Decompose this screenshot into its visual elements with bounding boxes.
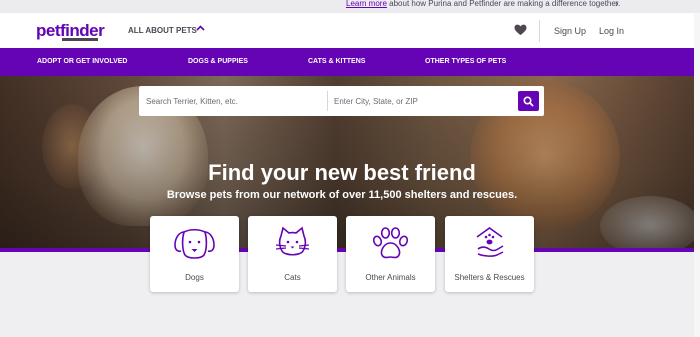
card-label: Dogs	[185, 273, 204, 282]
hero-subtitle: Browse pets from our network of over 11,…	[166, 189, 518, 201]
pet-search-input[interactable]	[139, 86, 327, 116]
card-dogs[interactable]: Dogs	[150, 216, 239, 292]
learn-more-link[interactable]: Learn more	[346, 0, 387, 8]
paw-icon	[372, 227, 409, 259]
nav-dogs-and-puppies[interactable]: DOGS & PUPPIES	[188, 58, 248, 65]
card-shelters-and-rescues[interactable]: Shelters & Rescues	[445, 216, 534, 292]
shelter-icon	[476, 227, 504, 257]
chevron-up-icon[interactable]	[196, 24, 205, 33]
scrollbar-track[interactable]	[694, 13, 700, 337]
sign-up-link[interactable]: Sign Up	[554, 26, 586, 36]
nav-other-types-of-pets[interactable]: OTHER TYPES OF PETS	[425, 58, 506, 65]
pet-search-form	[139, 86, 544, 116]
log-in-link[interactable]: Log In	[599, 26, 624, 36]
logo-underline	[62, 38, 98, 41]
search-icon	[523, 96, 534, 107]
search-button[interactable]	[518, 91, 539, 111]
chevron-right-icon[interactable]: ›	[615, 0, 619, 10]
card-cats[interactable]: Cats	[248, 216, 337, 292]
dog-icon	[174, 228, 215, 259]
site-header: petfinder ALL ABOUT PETS Sign Up Log In	[0, 13, 700, 48]
hero-title: Find your new best friend	[208, 160, 476, 185]
nav-cats-and-kittens[interactable]: CATS & KITTENS	[308, 58, 365, 65]
main-nav: ADOPT OR GET INVOLVED DOGS & PUPPIES CAT…	[0, 48, 700, 76]
header-divider	[539, 20, 540, 42]
card-label: Shelters & Rescues	[454, 273, 525, 282]
card-other-animals[interactable]: Other Animals	[346, 216, 435, 292]
card-label: Other Animals	[365, 273, 416, 282]
promo-bar: Learn more about how Purina and Petfinde…	[0, 0, 700, 13]
promo-message: about how Purina and Petfinder are makin…	[386, 0, 621, 8]
promo-text: Learn more about how Purina and Petfinde…	[346, 0, 620, 8]
location-input[interactable]	[328, 86, 508, 116]
heart-icon[interactable]	[514, 24, 527, 36]
cat-icon	[275, 226, 310, 256]
all-about-pets-menu[interactable]: ALL ABOUT PETS	[128, 26, 197, 35]
card-label: Cats	[284, 273, 301, 282]
nav-adopt-or-get-involved[interactable]: ADOPT OR GET INVOLVED	[37, 58, 128, 65]
